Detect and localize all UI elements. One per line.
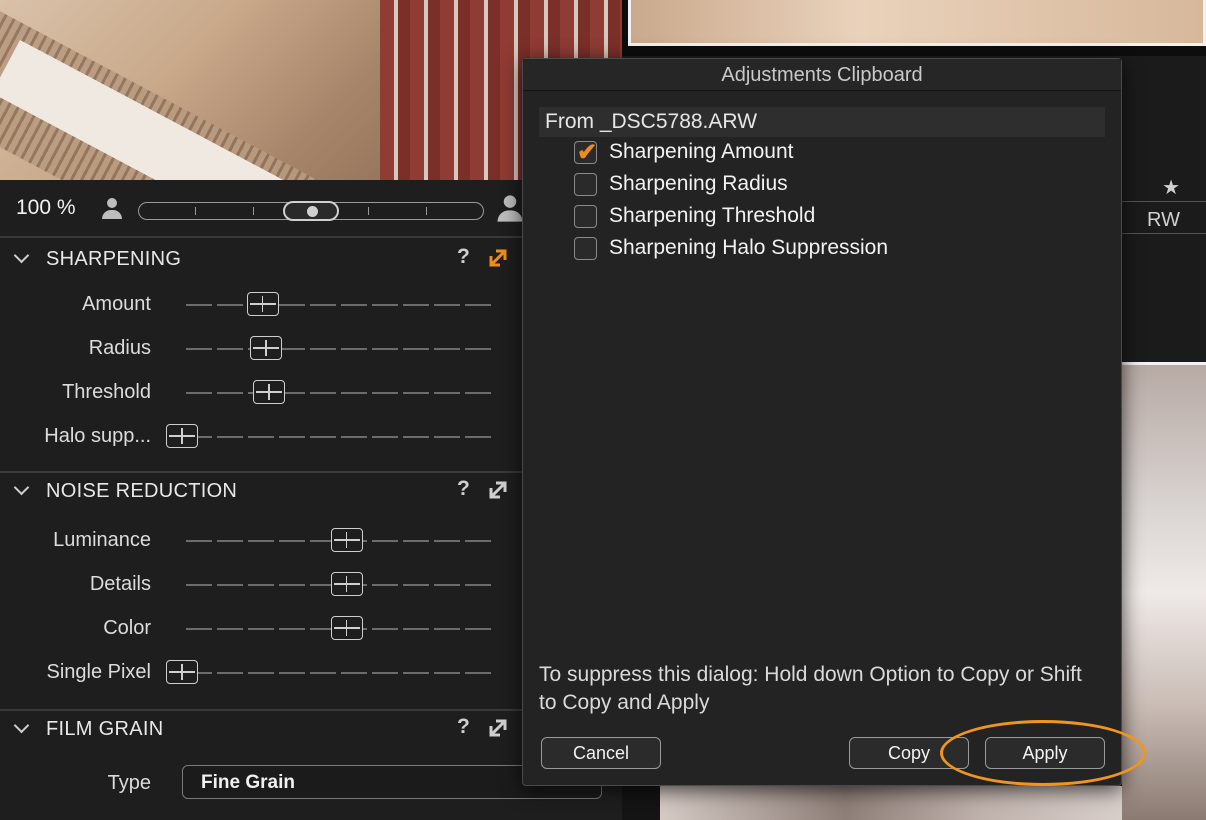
zoom-bar: 100 % <box>0 180 523 238</box>
adjustment-checkbox-item[interactable]: Sharpening Radius <box>574 169 1094 199</box>
zoom-slider-handle[interactable] <box>283 201 339 221</box>
chevron-down-icon[interactable] <box>13 479 30 496</box>
adjustments-clipboard-dialog: Adjustments Clipboard From _DSC5788.ARW … <box>522 58 1122 786</box>
noise-reduction-slider-row: Single Pixel <box>0 655 522 691</box>
slider-knob[interactable] <box>166 660 198 684</box>
sharpening-slider-row: Threshold <box>0 375 522 411</box>
checkbox[interactable] <box>574 237 597 260</box>
slider-label: Color <box>103 617 151 639</box>
slider-label: Radius <box>88 337 151 359</box>
person-small-icon[interactable] <box>102 198 122 219</box>
dialog-hint: To suppress this dialog: Hold down Optio… <box>539 663 1082 714</box>
slider-label: Halo supp... <box>44 425 151 447</box>
adjustment-checkbox-item[interactable]: Sharpening Threshold <box>574 201 1094 231</box>
expand-icon[interactable] <box>488 718 508 738</box>
slider-track[interactable] <box>186 672 494 674</box>
section-title: FILM GRAIN <box>46 718 164 740</box>
slider-knob[interactable] <box>330 572 363 596</box>
checkbox[interactable]: ✔ <box>574 139 598 166</box>
chevron-down-icon[interactable] <box>13 247 30 264</box>
checkbox[interactable] <box>574 205 597 228</box>
section-title: NOISE REDUCTION <box>46 480 238 502</box>
slider-knob[interactable] <box>250 336 282 360</box>
sharpening-header[interactable]: SHARPENING ? <box>0 241 522 277</box>
checkbox-label: Sharpening Radius <box>609 172 788 195</box>
sharpening-slider-row: Radius <box>0 331 522 367</box>
photo-thumbnail[interactable] <box>660 786 1122 820</box>
apply-highlight-ring <box>940 720 1146 786</box>
noise-reduction-slider-row: Luminance <box>0 523 522 559</box>
slider-label: Luminance <box>53 529 151 551</box>
rating-star[interactable]: ★ <box>1122 174 1206 202</box>
noise-reduction-header[interactable]: NOISE REDUCTION ? <box>0 473 522 509</box>
adjustment-checkbox-item[interactable]: Sharpening Halo Suppression <box>574 233 1094 263</box>
chevron-down-icon[interactable] <box>13 717 30 734</box>
zoom-slider[interactable] <box>138 201 484 221</box>
help-icon[interactable]: ? <box>457 477 470 501</box>
slider-knob[interactable] <box>330 528 363 552</box>
slider-track[interactable] <box>186 304 494 306</box>
slider-track[interactable] <box>186 348 494 350</box>
noise-reduction-slider-row: Details <box>0 567 522 603</box>
slider-label: Details <box>89 573 151 595</box>
slider-label: Single Pixel <box>46 661 151 683</box>
person-large-icon[interactable] <box>497 195 523 222</box>
photo-preview-top-right <box>622 0 1206 56</box>
adjustments-panel: 100 % SHARPENING ? Amount Radius Threshold… <box>0 180 602 820</box>
slider-knob[interactable] <box>253 380 286 404</box>
browser-strip: ★ RW <box>1122 56 1206 820</box>
checkmark-icon: ✔ <box>577 139 598 166</box>
expand-icon[interactable] <box>488 480 508 500</box>
cancel-button[interactable]: Cancel <box>541 737 661 769</box>
photo-preview-bottom <box>622 786 1122 820</box>
help-icon[interactable]: ? <box>457 715 470 739</box>
checkbox-label: Sharpening Amount <box>609 140 794 163</box>
sharpening-slider-row: Amount <box>0 287 522 323</box>
sharpening-slider-row: Halo supp... <box>0 419 522 455</box>
help-icon[interactable]: ? <box>457 245 470 269</box>
source-file-label: From _DSC5788.ARW <box>545 110 758 133</box>
photo-thumbnail[interactable] <box>628 0 1206 46</box>
slider-track[interactable] <box>186 392 494 394</box>
slider-label: Threshold <box>62 381 151 403</box>
expand-icon[interactable] <box>488 248 508 268</box>
type-select-value: Fine Grain <box>201 772 295 793</box>
type-label: Type <box>107 772 151 794</box>
zoom-level: 100 % <box>16 196 76 219</box>
film-grain-type-row: Type Fine Grain <box>0 763 602 803</box>
section-title: SHARPENING <box>46 248 182 270</box>
source-file-row: From _DSC5788.ARW <box>539 107 1105 137</box>
noise-reduction-slider-row: Color <box>0 611 522 647</box>
slider-knob[interactable] <box>246 292 279 316</box>
slider-label: Amount <box>82 293 151 315</box>
slider-track[interactable] <box>186 436 494 438</box>
slider-knob[interactable] <box>166 424 198 448</box>
adjustments-list: From _DSC5788.ARW ✔ Sharpening Amount Shar… <box>539 107 1105 667</box>
checkbox-label: Sharpening Threshold <box>609 204 816 227</box>
checkbox[interactable] <box>574 173 597 196</box>
slider-knob[interactable] <box>330 616 363 640</box>
film-grain-header[interactable]: FILM GRAIN ? <box>0 711 522 747</box>
dialog-title: Adjustments Clipboard <box>523 59 1121 91</box>
adjustment-checkbox-item[interactable]: ✔ Sharpening Amount <box>574 137 1094 167</box>
filename-label: RW <box>1122 206 1206 234</box>
checkbox-label: Sharpening Halo Suppression <box>609 236 889 259</box>
